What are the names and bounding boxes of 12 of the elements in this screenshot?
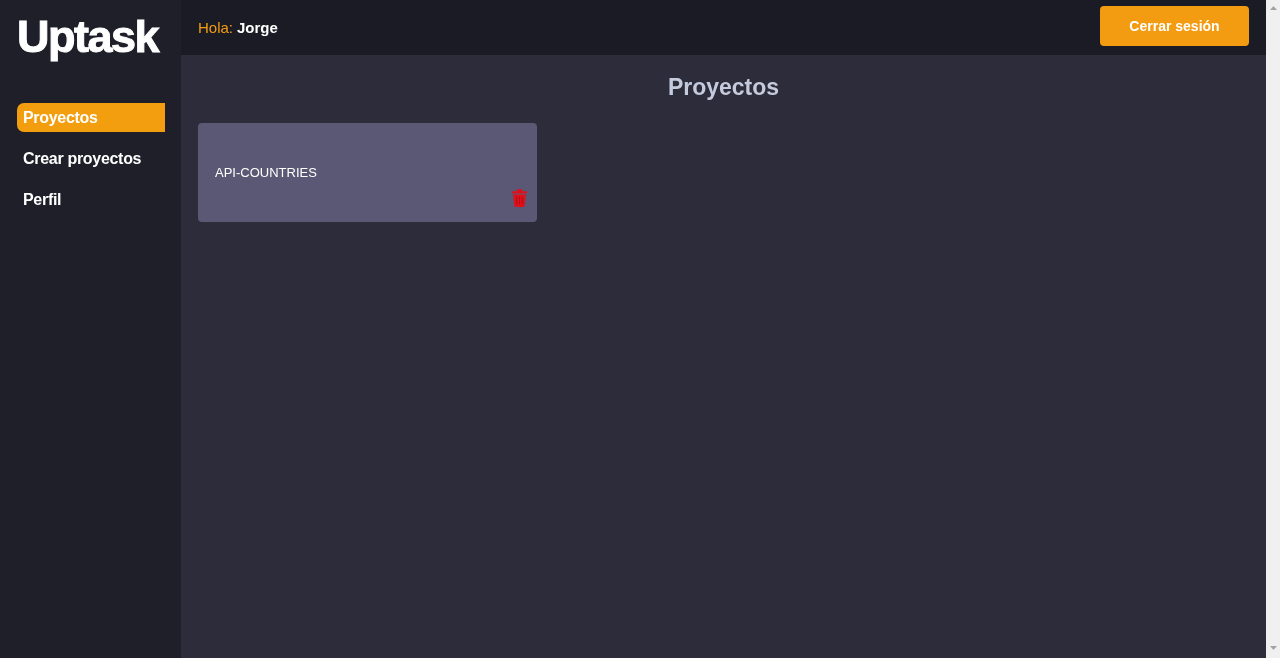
greeting-label: Hola: xyxy=(198,19,234,36)
scrollbar[interactable] xyxy=(1266,0,1280,658)
scroll-down-icon[interactable] xyxy=(1269,646,1277,650)
logo: Uptask xyxy=(17,11,159,63)
user-name: Jorge xyxy=(237,19,278,36)
scroll-up-icon[interactable] xyxy=(1269,6,1277,10)
trash-icon[interactable] xyxy=(512,189,527,207)
project-card[interactable]: API-COUNTRIES xyxy=(198,123,537,222)
sidebar-item[interactable]: Crear proyectos xyxy=(17,144,165,173)
project-name: API-COUNTRIES xyxy=(215,165,317,180)
page-title: Proyectos xyxy=(667,73,780,101)
sidebar-item[interactable]: Perfil xyxy=(17,185,165,214)
